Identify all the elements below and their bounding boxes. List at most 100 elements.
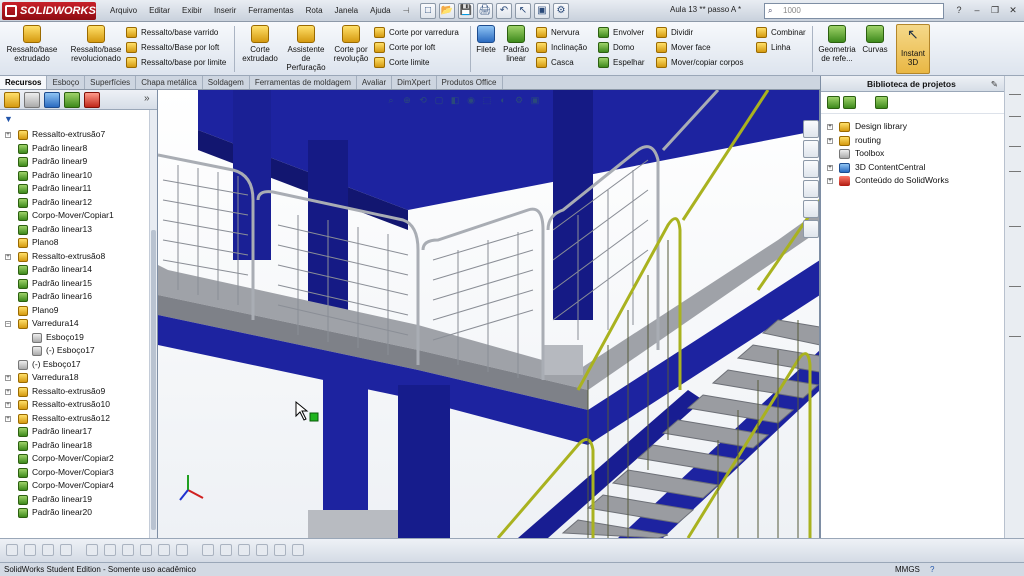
design-library-item[interactable]: +3D ContentCentral: [825, 161, 949, 175]
tab-6[interactable]: Avaliar: [357, 76, 393, 89]
ribbon-small-button[interactable]: Ressalto/Base por loft: [126, 40, 219, 55]
menu-item-4[interactable]: Ferramentas: [242, 4, 299, 18]
ribbon-small-button[interactable]: Mover face: [656, 40, 711, 55]
feature-tree-item[interactable]: Padrão linear14: [0, 263, 150, 277]
task-pane-explorer-icon[interactable]: [803, 160, 819, 178]
bottom-tool-icon[interactable]: [104, 544, 116, 556]
quick-access-button-2[interactable]: 💾: [458, 3, 474, 19]
expand-toggle-icon[interactable]: +: [5, 415, 11, 422]
3d-model-staircase-platform[interactable]: [158, 90, 820, 538]
ribbon-button-1[interactable]: Ressalto/base revolucionado: [66, 25, 126, 63]
feature-tree-item[interactable]: + Ressalto-extrusão12: [0, 412, 150, 426]
task-pane-appearances-icon[interactable]: [803, 200, 819, 218]
ribbon-small-button[interactable]: Linha: [756, 40, 791, 55]
feature-tree-item[interactable]: (-) Esboço17: [0, 344, 150, 358]
design-library-item[interactable]: + Design library: [825, 120, 949, 134]
menu-item-6[interactable]: Janela: [329, 4, 365, 18]
tab-5[interactable]: Ferramentas de moldagem: [250, 76, 357, 89]
expand-toggle-icon[interactable]: +: [827, 178, 833, 184]
ribbon-button-3[interactable]: Assistente de Perfuração: [284, 25, 328, 72]
ribbon-button-5[interactable]: Filete: [474, 25, 498, 54]
graphics-viewport[interactable]: ⌕ ⊕ ⟲ ▢ ◧ ◉ ⬚ ◐ ⚙ ▣: [158, 90, 820, 538]
feature-tree-item[interactable]: Padrão linear8: [0, 142, 150, 156]
tab-0[interactable]: Recursos: [0, 76, 48, 89]
feature-tree-item[interactable]: Padrão linear17: [0, 425, 150, 439]
expand-toggle-icon[interactable]: +: [827, 137, 833, 144]
bottom-tool-icon[interactable]: [256, 544, 268, 556]
tab-4[interactable]: Soldagem: [203, 76, 250, 89]
bottom-tool-icon[interactable]: [6, 544, 18, 556]
instant-3d-button[interactable]: ↖ Instant 3D: [896, 24, 930, 74]
expand-toggle-icon[interactable]: +: [5, 388, 11, 395]
ribbon-button-0[interactable]: Ressalto/base extrudado: [2, 25, 62, 63]
tab-2[interactable]: Superfícies: [85, 76, 137, 89]
menu-item-1[interactable]: Editar: [143, 4, 176, 18]
view-tool-icon-6[interactable]: ⬚: [480, 94, 494, 106]
bottom-tool-icon[interactable]: [176, 544, 188, 556]
expand-toggle-icon[interactable]: +: [5, 132, 11, 138]
feature-tree-item[interactable]: Padrão linear16: [0, 290, 150, 304]
filter-icon[interactable]: ▼: [4, 114, 13, 124]
view-tool-icon-5[interactable]: ◉: [464, 94, 478, 106]
ribbon-small-button[interactable]: Inclinação: [536, 40, 587, 55]
feature-tree-scrollbar[interactable]: [149, 110, 157, 538]
feature-tree-item[interactable]: + Ressalto-extrusão9: [0, 385, 150, 399]
view-tool-icon-8[interactable]: ⚙: [512, 94, 526, 106]
ribbon-small-button[interactable]: Corte limite: [374, 55, 429, 70]
tab-8[interactable]: Produtos Office: [437, 76, 503, 89]
feature-tree-item[interactable]: + Ressalto-extrusão10: [0, 398, 150, 412]
feature-tree-item[interactable]: Padrão linear11: [0, 182, 150, 196]
close-icon[interactable]: ✕: [1006, 4, 1020, 17]
expand-toggle-icon[interactable]: +: [827, 124, 833, 130]
menu-item-5[interactable]: Rota: [300, 4, 329, 18]
feature-tree-item[interactable]: Corpo-Mover/Copiar4: [0, 479, 150, 493]
task-pane-view-palette-icon[interactable]: [803, 180, 819, 198]
expand-toggle-icon[interactable]: +: [5, 375, 11, 381]
quick-access-button-0[interactable]: □: [420, 3, 436, 19]
refresh-icon[interactable]: [875, 96, 888, 109]
ribbon-small-button[interactable]: Ressalto/base por limite: [126, 55, 226, 70]
pin-icon[interactable]: ✎: [991, 76, 998, 92]
view-tool-icon-3[interactable]: ▢: [432, 94, 446, 106]
ribbon-small-button[interactable]: Ressalto/base varrido: [126, 25, 218, 40]
bottom-tool-icon[interactable]: [202, 544, 214, 556]
minimize-icon[interactable]: –: [970, 4, 984, 17]
view-tool-icon-0[interactable]: ⌕: [384, 94, 398, 106]
feature-tree-item[interactable]: Padrão linear20: [0, 506, 150, 520]
expand-toggle-icon[interactable]: +: [827, 164, 833, 171]
view-tool-icon-4[interactable]: ◧: [448, 94, 462, 106]
expand-toggle-icon[interactable]: +: [5, 402, 11, 408]
solidworks-logo[interactable]: SOLIDWORKS: [2, 2, 96, 20]
ribbon-small-button[interactable]: Dividir: [656, 25, 693, 40]
quick-access-button-5[interactable]: ↖: [515, 3, 531, 19]
feature-tree-item[interactable]: Plano8: [0, 236, 150, 250]
help-icon[interactable]: ?: [930, 563, 934, 576]
add-to-library-icon[interactable]: [827, 96, 840, 109]
bottom-tool-icon[interactable]: [122, 544, 134, 556]
expand-toggle-icon[interactable]: +: [5, 253, 11, 260]
feature-tree-item[interactable]: Padrão linear13: [0, 223, 150, 237]
menu-item-0[interactable]: Arquivo: [104, 4, 143, 18]
view-tool-icon-1[interactable]: ⊕: [400, 94, 414, 106]
view-tool-icon-9[interactable]: ▣: [528, 94, 542, 106]
design-library-item[interactable]: + Conteúdo do SolidWorks: [825, 174, 949, 188]
feature-tree-item[interactable]: Corpo-Mover/Copiar2: [0, 452, 150, 466]
feature-tree-item[interactable]: Esboço19: [0, 331, 150, 345]
task-pane-home-icon[interactable]: [803, 120, 819, 138]
feature-tree-tab-icon[interactable]: [4, 92, 20, 108]
feature-tree-item[interactable]: (-) Esboço17: [0, 358, 150, 372]
quick-access-button-1[interactable]: 📂: [439, 3, 455, 19]
feature-tree-item[interactable]: + Varredura18: [0, 371, 150, 385]
quick-access-button-6[interactable]: ▣: [534, 3, 550, 19]
ribbon-button-4[interactable]: Corte por revolução: [330, 25, 372, 63]
expand-panel-icon[interactable]: »: [144, 93, 150, 104]
feature-tree-item[interactable]: Padrão linear9: [0, 155, 150, 169]
menu-item-3[interactable]: Inserir: [208, 4, 242, 18]
bottom-tool-icon[interactable]: [220, 544, 232, 556]
feature-tree-item[interactable]: Padrão linear19: [0, 493, 150, 507]
help-icon[interactable]: ?: [952, 4, 966, 17]
units-indicator[interactable]: MMGS: [895, 563, 920, 576]
ribbon-button-2[interactable]: Corte extrudado: [240, 25, 280, 63]
tab-3[interactable]: Chapa metálica: [136, 76, 203, 89]
bottom-tool-icon[interactable]: [274, 544, 286, 556]
